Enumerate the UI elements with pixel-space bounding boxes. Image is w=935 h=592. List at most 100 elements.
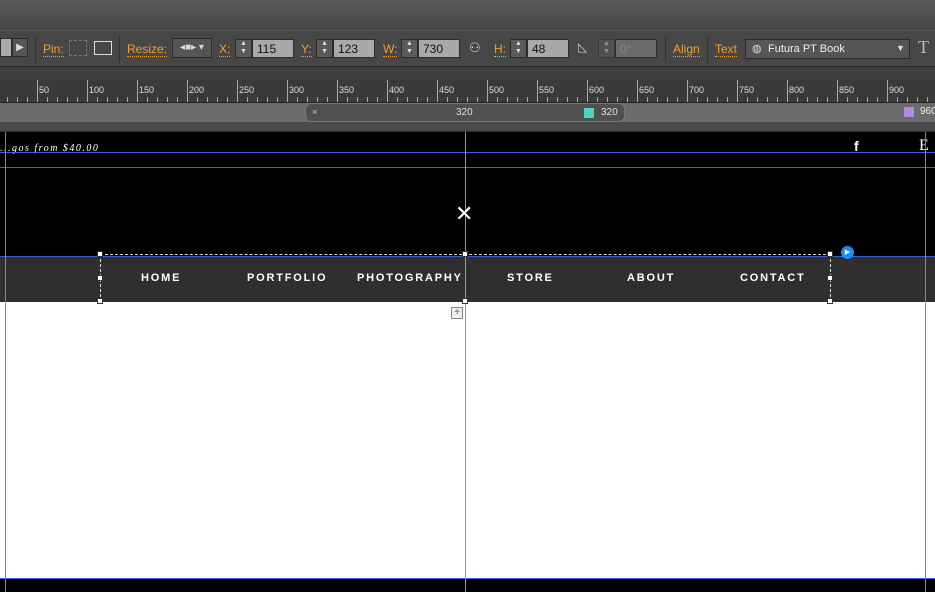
ruler-tick (747, 97, 748, 102)
ruler-tick (297, 97, 298, 102)
title-bar (0, 0, 935, 30)
ruler-tick (87, 80, 88, 102)
ruler-tick (897, 97, 898, 102)
ruler-tick (737, 80, 738, 102)
ruler-tick (727, 97, 728, 102)
ruler-label: 500 (489, 85, 505, 95)
ruler-tick (377, 97, 378, 102)
resize-handle[interactable] (827, 275, 833, 281)
x-stepper[interactable]: ▲ ▼ (235, 39, 252, 58)
h-stepper[interactable]: ▲ ▼ (510, 39, 527, 58)
breakpoint-marker-value: 320 (601, 107, 618, 118)
ruler-tick (877, 97, 878, 102)
breakpoint-marker-icon[interactable] (584, 108, 594, 118)
ruler-tick (97, 97, 98, 102)
ruler-tick (917, 97, 918, 102)
ruler-tick (537, 80, 538, 102)
text-style-icon[interactable]: T (918, 37, 929, 58)
breakpoint-marker-960-icon[interactable] (904, 107, 914, 117)
ruler-tick (817, 97, 818, 102)
w-stepper[interactable]: ▲ ▼ (401, 39, 418, 58)
center-x-icon: ✕ (455, 201, 474, 226)
ruler-tick (777, 97, 778, 102)
play-arrow-button[interactable]: ▶ (12, 38, 28, 57)
globe-icon: ◍ (752, 43, 762, 55)
resize-handle[interactable] (97, 275, 103, 281)
resize-handle[interactable] (97, 251, 103, 257)
h-field[interactable]: 48 (527, 39, 569, 58)
ruler-tick (197, 97, 198, 102)
ruler-tick (857, 97, 858, 102)
ruler-tick (587, 80, 588, 102)
ruler-tick (487, 80, 488, 102)
ruler-tick (177, 97, 178, 102)
guide-line (0, 578, 935, 579)
ruler-tick (437, 80, 438, 102)
ruler-tick (397, 97, 398, 102)
ruler-tick (407, 97, 408, 102)
ruler-label: 900 (889, 85, 905, 95)
breakpoint-960-value: 960 (920, 106, 935, 117)
y-stepper[interactable]: ▲ ▼ (316, 39, 333, 58)
guide-line (0, 167, 935, 168)
ruler-label: 300 (289, 85, 305, 95)
w-field[interactable]: 730 (418, 39, 460, 58)
horizontal-ruler[interactable]: 50 100 150 200 250 300 350 400 450 500 550 600 650 70… (0, 80, 935, 103)
ruler-tick (527, 97, 528, 102)
ruler-tick (307, 97, 308, 102)
play-icon[interactable]: ▶ (841, 246, 854, 259)
align-button[interactable]: Align (673, 43, 700, 57)
prev-field[interactable] (0, 38, 12, 57)
resize-label: Resize: (127, 42, 168, 57)
ruler-label: 750 (739, 85, 755, 95)
ruler-tick (757, 97, 758, 102)
ruler-tick (847, 97, 848, 102)
add-icon[interactable]: + (451, 307, 463, 319)
font-dropdown[interactable]: ◍ Futura PT Book ▼ (745, 39, 910, 59)
ruler-tick (47, 97, 48, 102)
ruler-tick (187, 80, 188, 102)
resize-handle[interactable] (97, 298, 103, 304)
ruler-tick (337, 80, 338, 102)
ruler-tick (577, 97, 578, 102)
ruler-tick (867, 97, 868, 102)
selection-box[interactable] (100, 254, 831, 302)
rotation-field: 0° (615, 39, 657, 58)
ruler-tick (67, 97, 68, 102)
x-field[interactable]: 115 (252, 39, 294, 58)
breakpoint-range[interactable]: × 320 320 (305, 103, 625, 122)
resize-dropdown[interactable]: ◂■▸ ▾ (172, 38, 212, 58)
resize-handle[interactable] (827, 298, 833, 304)
guide-line (5, 132, 6, 592)
ruler-label: 100 (89, 85, 105, 95)
rotation-icon: ◺ (578, 40, 588, 54)
link-proportions-icon[interactable]: ⚇ (469, 40, 481, 56)
ruler-tick (457, 97, 458, 102)
y-field[interactable]: 123 (333, 39, 375, 58)
resize-handle[interactable] (827, 251, 833, 257)
ruler-tick (677, 97, 678, 102)
ruler-tick (157, 97, 158, 102)
ruler-tick (767, 97, 768, 102)
guide-line (0, 152, 935, 153)
close-icon[interactable]: × (312, 107, 317, 117)
ruler-label: 600 (589, 85, 605, 95)
ruler-tick (217, 97, 218, 102)
ruler-tick (717, 97, 718, 102)
ruler-tick (27, 97, 28, 102)
text-button[interactable]: Text (715, 43, 738, 57)
ruler-tick (7, 97, 8, 102)
page-body (0, 302, 935, 578)
ruler-label: 150 (139, 85, 155, 95)
pin-none-icon[interactable] (69, 40, 87, 56)
chevron-down-icon: ▼ (896, 43, 905, 53)
ruler-tick (267, 97, 268, 102)
ruler-tick (327, 97, 328, 102)
ruler-tick (287, 80, 288, 102)
ruler-tick (317, 97, 318, 102)
pin-center-icon[interactable] (94, 41, 112, 55)
resize-handle[interactable] (462, 298, 468, 304)
ruler-tick (797, 97, 798, 102)
ruler-tick (927, 97, 928, 102)
resize-handle[interactable] (462, 251, 468, 257)
